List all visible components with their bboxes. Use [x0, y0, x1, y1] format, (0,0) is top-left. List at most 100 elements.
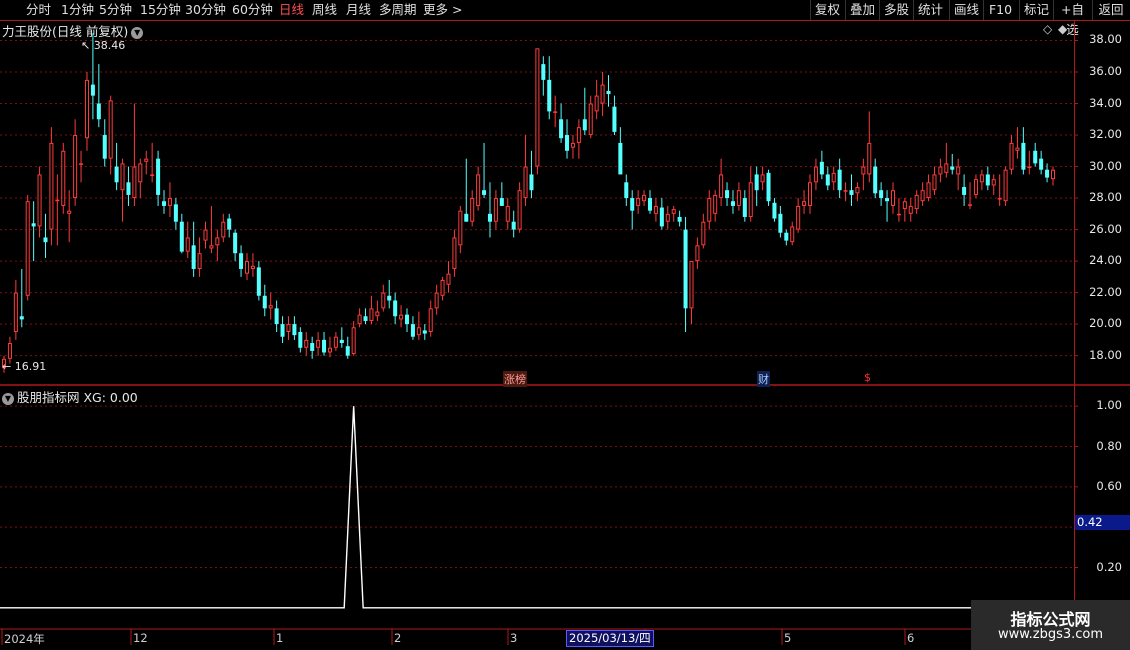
- candle-body: [351, 327, 356, 355]
- candle-body: [268, 305, 273, 309]
- candle-body: [203, 229, 208, 241]
- indicator-grid: [0, 405, 1078, 568]
- candle-body: [920, 190, 925, 202]
- candle-body: [13, 292, 18, 332]
- price-tick-label: 18.00: [1089, 347, 1122, 362]
- candle-body: [49, 142, 54, 230]
- candle-body: [67, 210, 72, 214]
- candle-body: [879, 190, 884, 199]
- candle-body: [701, 221, 706, 246]
- candle-body: [813, 166, 818, 183]
- candle-body: [191, 245, 196, 269]
- candle-body: [1015, 147, 1020, 151]
- candle-body: [1050, 169, 1056, 180]
- candle-body: [736, 190, 741, 206]
- candle-body: [719, 174, 724, 199]
- candle-body: [298, 332, 303, 348]
- candle-body: [642, 194, 647, 202]
- candle-body: [778, 213, 783, 233]
- candle-body: [505, 205, 510, 222]
- candle-body: [96, 103, 101, 120]
- candle-body: [807, 182, 813, 206]
- watermark-url: www.zbgs3.com: [997, 627, 1104, 642]
- diamond-icon[interactable]: ◇: [1043, 22, 1052, 36]
- chevron-down-icon[interactable]: ▼: [131, 26, 144, 39]
- candle-body: [209, 245, 214, 249]
- candle-body: [256, 267, 261, 296]
- candle-body: [138, 163, 143, 183]
- candle-body: [108, 100, 113, 159]
- candle-body: [772, 202, 777, 219]
- candle-body: [754, 174, 759, 191]
- candle-body: [517, 190, 522, 230]
- candle-body: [725, 190, 730, 199]
- candle-body: [582, 119, 587, 131]
- xg-line: [0, 406, 1074, 609]
- candle-body: [221, 221, 226, 238]
- candle-body: [997, 198, 1002, 200]
- candle-body: [914, 194, 919, 210]
- candle-body: [369, 308, 374, 321]
- candle-body: [766, 172, 771, 202]
- price-tick-label: 32.00: [1089, 127, 1122, 142]
- event-marker-2[interactable]: $: [863, 371, 872, 384]
- candle-body: [594, 95, 599, 112]
- candle-body: [861, 166, 866, 175]
- chevron-down-icon[interactable]: ▼: [2, 392, 14, 405]
- event-marker-0[interactable]: 涨榜: [503, 371, 527, 387]
- candle-body: [90, 84, 95, 96]
- candle-body: [896, 213, 901, 216]
- candle-body: [292, 324, 297, 336]
- candle-body: [671, 209, 676, 214]
- candle-body: [885, 198, 890, 202]
- indicator-title[interactable]: ▼ 股朋指标网 XG: 0.00: [2, 387, 138, 406]
- candle-body: [434, 292, 439, 309]
- candle-body: [19, 316, 24, 320]
- candle-body: [310, 343, 315, 351]
- candle-body: [867, 142, 872, 175]
- candle-body: [428, 308, 433, 333]
- candle-body: [458, 210, 463, 246]
- watermark: 指标公式网 www.zbgs3.com: [971, 600, 1130, 650]
- candle-body: [173, 204, 178, 222]
- candle-body: [339, 339, 344, 344]
- candle-body: [197, 253, 202, 269]
- candle-body: [802, 201, 807, 206]
- candle-body: [286, 324, 291, 333]
- candle-body: [280, 324, 285, 337]
- candle-body: [962, 187, 967, 195]
- candle-body: [244, 261, 250, 274]
- candle-body: [647, 198, 653, 211]
- candle-body: [179, 221, 184, 252]
- candle-body: [908, 205, 913, 214]
- candle-body: [956, 166, 961, 175]
- candle-body: [553, 111, 558, 113]
- candle-body: [250, 265, 255, 269]
- chevron-down-icon[interactable]: ◆: [1058, 22, 1067, 36]
- candle-body: [547, 79, 552, 112]
- price-tick-label: 22.00: [1089, 284, 1122, 299]
- candle-body: [511, 221, 516, 230]
- candle-body: [399, 314, 404, 320]
- stock-chart[interactable]: [0, 0, 1130, 650]
- date-label: 5: [784, 631, 792, 645]
- candle-body: [487, 213, 492, 222]
- candle-body: [653, 205, 658, 214]
- candle-body: [926, 182, 931, 199]
- candle-body: [493, 198, 498, 222]
- candle-body: [677, 216, 682, 222]
- indicator-title-text: 股朋指标网 XG: 0.00: [17, 390, 138, 405]
- candle-body: [114, 166, 119, 183]
- candle-body: [1009, 142, 1014, 170]
- main-chart-title[interactable]: 力王股份(日线 前复权) ▼: [2, 21, 144, 40]
- candle-body: [1033, 150, 1038, 164]
- candle-body: [713, 194, 718, 214]
- candle-body: [831, 172, 836, 183]
- event-marker-1[interactable]: 财: [757, 371, 770, 387]
- price-tick-label: 28.00: [1089, 190, 1122, 205]
- price-tick-label: 30.00: [1089, 158, 1122, 173]
- candle-body: [523, 166, 528, 199]
- candle-body: [446, 273, 451, 285]
- candle-body: [730, 201, 735, 206]
- candle-body: [102, 135, 107, 159]
